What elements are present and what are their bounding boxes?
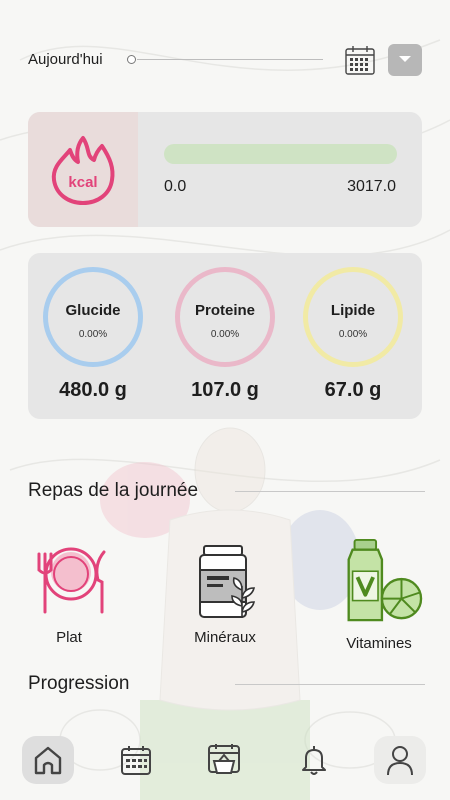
calorie-current: 0.0: [164, 178, 187, 195]
macro-amount: 107.0 g: [191, 379, 259, 401]
svg-text:kcal: kcal: [68, 174, 97, 191]
date-slider-track[interactable]: [137, 59, 323, 60]
kcal-flame-icon: kcal: [51, 136, 115, 205]
nav-profile[interactable]: [374, 736, 426, 784]
macro-percent: 0.00%: [78, 329, 108, 340]
macro-ring: Lipide 0.00%: [303, 267, 403, 367]
meal-label: Plat: [56, 629, 82, 646]
food-basket-icon: [208, 744, 240, 774]
macro-percent: 0.00%: [338, 329, 368, 340]
date-selector: Aujourd'hui: [28, 44, 428, 76]
calorie-target: 3017.0: [347, 178, 396, 195]
meal-label: Vitamines: [346, 635, 412, 652]
nav-food[interactable]: [198, 736, 250, 784]
date-slider-handle[interactable]: [127, 55, 136, 64]
calorie-progress-bar: [164, 144, 397, 164]
supplement-jar-icon: [199, 545, 256, 618]
vitamin-bottle-icon: [347, 538, 423, 622]
meal-mineraux[interactable]: Minéraux: [170, 540, 280, 646]
date-label: Aujourd'hui: [28, 51, 103, 68]
calendar-icon[interactable]: [344, 44, 376, 76]
bell-icon: [302, 746, 326, 775]
dropdown-button[interactable]: [388, 44, 422, 76]
profile-icon: [387, 746, 413, 776]
home-icon: [34, 746, 62, 775]
macro-ring: Proteine 0.00%: [175, 267, 275, 367]
macro-name: Lipide: [330, 302, 376, 319]
calorie-card: kcal 0.0 3017.0: [28, 112, 422, 227]
nav-calendar[interactable]: [110, 736, 162, 784]
calorie-icon-panel: kcal: [28, 112, 138, 227]
macros-card: Glucide 0.00% 480.0 g Proteine 0.00% 107…: [28, 253, 422, 419]
meal-label: Minéraux: [194, 629, 256, 646]
plate-utensils-icon: [37, 547, 106, 614]
nav-notifications[interactable]: [288, 736, 340, 784]
macro-amount: 67.0 g: [324, 379, 382, 401]
macro-glucide: Glucide 0.00% 480.0 g: [38, 267, 148, 402]
macro-percent: 0.00%: [210, 329, 240, 340]
calendar-icon: [121, 746, 151, 775]
macro-lipide: Lipide 0.00% 67.0 g: [298, 267, 408, 402]
macro-name: Glucide: [65, 302, 121, 319]
macro-amount: 480.0 g: [59, 379, 127, 401]
progression-section-title: Progression: [28, 673, 130, 694]
meal-plat[interactable]: Plat: [14, 540, 124, 646]
meal-vitamines[interactable]: Vitamines: [324, 538, 434, 652]
nav-home[interactable]: [22, 736, 74, 784]
section-divider: [235, 491, 425, 492]
section-divider: [235, 684, 425, 685]
macro-name: Proteine: [194, 302, 255, 319]
macro-proteine: Proteine 0.00% 107.0 g: [170, 267, 280, 402]
meals-section-title: Repas de la journée: [28, 480, 199, 501]
macro-ring: Glucide 0.00%: [43, 267, 143, 367]
chevron-down-icon: [399, 56, 411, 62]
